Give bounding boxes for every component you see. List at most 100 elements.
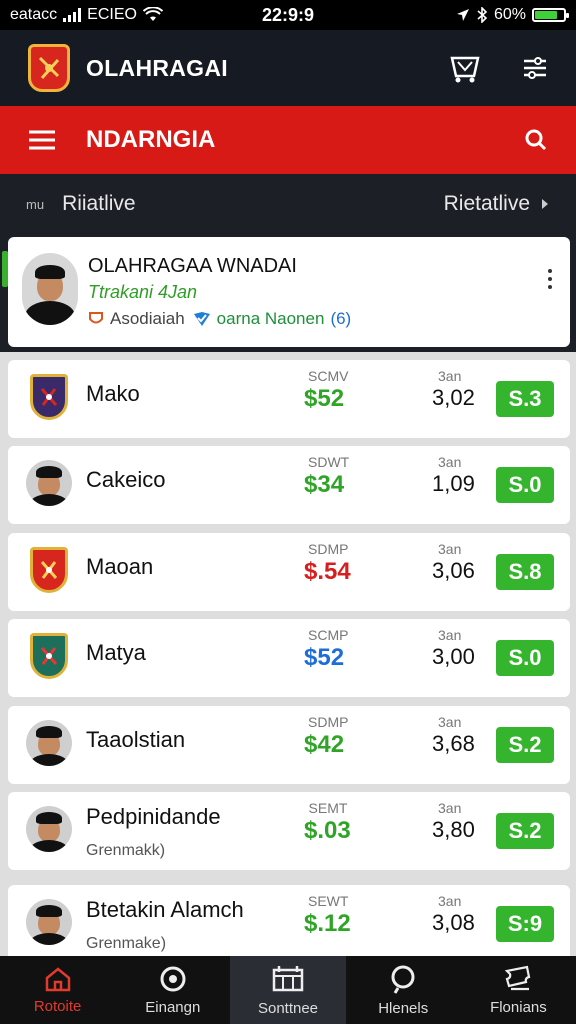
chevron-right-icon <box>542 199 548 209</box>
player-subtitle: Grenmakk) <box>86 842 166 859</box>
stat-caption: 3an <box>438 454 462 470</box>
signal-icon <box>63 8 82 22</box>
player-subtitle: Grenmake) <box>86 935 167 952</box>
nav-home[interactable]: Rotoite <box>0 956 115 1024</box>
score-badge: S.8 <box>496 554 554 590</box>
player-list: Mako SCMV $52 3an 3,02 S.3 Cakeico SDWT $34 3an 1,… <box>0 352 576 956</box>
more-options-icon[interactable] <box>548 269 552 289</box>
stat-caption: 3an <box>438 714 462 730</box>
filter-right-label[interactable]: Rietatlive <box>444 192 530 216</box>
section-title: NDARNGIA <box>86 126 216 153</box>
app-title: OLAHRAGAI <box>86 54 228 81</box>
player-avatar <box>26 720 72 768</box>
app-header: OLAHRAGAI <box>0 30 576 106</box>
shield-icon <box>89 312 103 324</box>
score-badge: S:9 <box>496 906 554 942</box>
list-item[interactable]: Maoan SDMP $.54 3an 3,06 S.8 <box>8 533 570 611</box>
stat-label: SDMP <box>308 714 349 730</box>
player-price: $.03 <box>304 817 351 844</box>
nav-ticket-label: Flonians <box>490 998 547 1016</box>
location-icon <box>456 9 469 21</box>
featured-card[interactable]: OLAHRAGAA WNADAI Ttrakani 4Jan Asodiaiah… <box>2 237 570 347</box>
app-logo <box>28 44 70 92</box>
player-name: Mako <box>86 381 140 406</box>
score-badge: S.0 <box>496 640 554 676</box>
featured-name: OLAHRAGAA WNADAI <box>88 255 297 277</box>
score-badge: S.2 <box>496 813 554 849</box>
featured-subtitle: Ttrakani 4Jan <box>88 282 198 302</box>
list-item[interactable]: Matya SCMP $52 3an 3,00 S.0 <box>8 619 570 697</box>
list-item[interactable]: Pedpinidande Grenmakk) SEMT $.03 3an 3,80 S.2 <box>8 792 570 870</box>
stat-label: SCMP <box>308 627 349 643</box>
stats-icon <box>272 965 304 991</box>
player-price: $.12 <box>304 910 351 937</box>
home-icon <box>45 966 70 991</box>
bluetooth-icon <box>477 7 488 23</box>
player-price: $52 <box>304 385 345 412</box>
target-icon <box>160 966 186 991</box>
nav-stats-label: Sonttnee <box>257 999 319 1017</box>
player-avatar <box>26 899 72 947</box>
status-right: 60% <box>456 6 569 24</box>
accent-bar <box>2 251 8 287</box>
battery-percent: 60% <box>493 6 526 23</box>
stat-value: 3,68 <box>432 731 475 756</box>
sliders-icon[interactable] <box>522 56 548 80</box>
stat-value: 3,00 <box>432 644 475 669</box>
score-badge: S.2 <box>496 727 554 763</box>
stat-value: 3,06 <box>432 558 475 583</box>
player-name: Taaolstian <box>86 727 186 752</box>
player-price: $52 <box>304 644 345 671</box>
nav-stats[interactable]: Sonttnee <box>230 956 346 1024</box>
battery-icon <box>532 8 569 22</box>
player-price: $42 <box>304 731 345 758</box>
featured-tag-1: Asodiaiah <box>88 309 185 329</box>
search-icon[interactable] <box>522 127 548 153</box>
basket-icon[interactable] <box>448 52 482 84</box>
stat-label: SDWT <box>308 454 350 470</box>
stat-caption: 3an <box>438 800 462 816</box>
nav-home-label: Rotoite <box>33 997 82 1015</box>
stat-caption: 3an <box>438 893 462 909</box>
filter-row: mu Riiatlive Rietatlive <box>0 174 576 234</box>
wifi-icon <box>142 7 163 21</box>
tag-2-label: oarna Naonen <box>216 309 325 328</box>
stat-value: 3,80 <box>432 817 475 842</box>
nav-search[interactable]: Hlenels <box>346 956 461 1024</box>
stat-value: 1,09 <box>432 471 475 496</box>
filter-left-label[interactable]: Riiatlive <box>62 192 136 216</box>
bottom-nav: Rotoite Einangn Sonttnee Hlenels Flonian… <box>0 956 576 1024</box>
list-item[interactable]: Btetakin Alamch Grenmake) SEWT $.12 3an 3,08 S… <box>8 885 570 956</box>
nav-target[interactable]: Einangn <box>115 956 230 1024</box>
filter-right[interactable]: Rietatlive <box>444 192 550 216</box>
network-label: ECIEO <box>87 6 137 23</box>
player-name: Pedpinidande <box>86 804 221 829</box>
player-price: $.54 <box>304 558 351 585</box>
player-price: $34 <box>304 471 345 498</box>
team-crest-icon <box>26 633 72 681</box>
list-item[interactable]: Taaolstian SDMP $42 3an 3,68 S.2 <box>8 706 570 784</box>
list-item[interactable]: Mako SCMV $52 3an 3,02 S.3 <box>8 360 570 438</box>
hamburger-icon[interactable] <box>28 129 56 151</box>
player-avatar <box>26 460 72 508</box>
stat-label: SCMV <box>308 368 349 384</box>
player-name: Btetakin Alamch <box>86 897 244 922</box>
stat-caption: 3an <box>438 368 462 384</box>
stat-value: 3,02 <box>432 385 475 410</box>
nav-ticket[interactable]: Flonians <box>461 956 576 1024</box>
featured-tag-2: oarna Naonen (6) <box>193 309 352 329</box>
player-avatar <box>26 806 72 854</box>
check-shield-icon <box>193 312 210 326</box>
section-bar: NDARNGIA <box>0 106 576 174</box>
stat-label: SDMP <box>308 541 349 557</box>
carrier-label: eatacc <box>10 6 58 23</box>
stat-caption: 3an <box>438 541 462 557</box>
tag-2-suffix: (6) <box>330 309 352 328</box>
nav-target-label: Einangn <box>145 998 201 1016</box>
stat-caption: 3an <box>438 627 462 643</box>
stat-value: 3,08 <box>432 910 475 935</box>
list-item[interactable]: Cakeico SDWT $34 3an 1,09 S.0 <box>8 446 570 524</box>
player-name: Cakeico <box>86 467 166 492</box>
status-left: eatacc ECIEO <box>10 6 163 24</box>
stat-label: SEWT <box>308 893 349 909</box>
